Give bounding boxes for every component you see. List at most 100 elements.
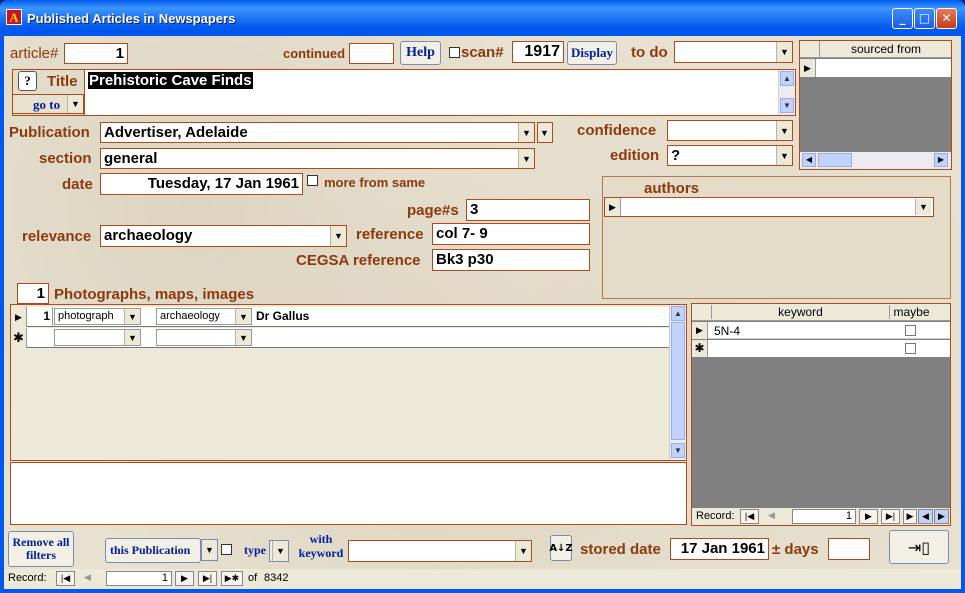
chevron-down-icon[interactable]: ▼ xyxy=(202,540,217,560)
minimize-button[interactable]: _ xyxy=(892,8,913,29)
goto-dropdown[interactable]: go to ▼ xyxy=(12,94,84,114)
chevron-down-icon[interactable]: ▼ xyxy=(330,226,346,246)
chevron-down-icon[interactable]: ▼ xyxy=(915,199,931,215)
next-record-icon[interactable]: ▶ xyxy=(175,571,194,586)
date-field[interactable]: Tuesday, 17 Jan 1961 xyxy=(100,173,303,195)
cegsa-reference-field[interactable]: Bk3 p30 xyxy=(432,249,590,271)
help-button[interactable]: Help xyxy=(400,41,441,65)
this-publication-button[interactable]: this Publication xyxy=(105,538,201,563)
photos-label: Photographs, maps, images xyxy=(54,286,255,303)
scan-number-field[interactable]: 1917 xyxy=(512,41,564,63)
scroll-up-icon[interactable]: ▲ xyxy=(780,71,794,86)
continued-field[interactable] xyxy=(349,43,394,64)
chevron-down-icon[interactable]: ▼ xyxy=(515,541,531,561)
photo-type-dropdown[interactable]: photograph ▼ xyxy=(54,308,141,325)
photo-category-dropdown[interactable]: archaeology ▼ xyxy=(156,308,252,325)
edition-dropdown[interactable]: ? ▼ xyxy=(667,145,793,166)
reference-field[interactable]: col 7- 9 xyxy=(432,223,590,245)
horizontal-scrollbar[interactable]: ◀ ▶ xyxy=(800,152,951,169)
keywords-record-field[interactable]: 1 xyxy=(792,509,856,524)
chevron-down-icon[interactable]: ▼ xyxy=(518,149,534,168)
sourced-from-header: sourced from xyxy=(850,42,922,56)
chevron-down-icon[interactable]: ▼ xyxy=(776,146,792,165)
prev-record-icon[interactable]: ◀ xyxy=(762,509,781,524)
sort-az-icon[interactable]: A↓Z xyxy=(549,535,573,561)
chevron-down-icon[interactable]: ▼ xyxy=(235,330,251,345)
more-from-same-checkbox[interactable] xyxy=(307,175,318,186)
photos-scrollbar[interactable]: ▲ ▼ xyxy=(669,305,686,460)
confidence-dropdown[interactable]: ▼ xyxy=(667,120,793,141)
relevance-value: archaeology xyxy=(104,227,193,244)
scroll-thumb[interactable] xyxy=(818,153,852,167)
section-dropdown[interactable]: general ▼ xyxy=(100,148,535,169)
record-pointer-icon: ▶ xyxy=(605,198,621,216)
photo-new-row[interactable]: ✱ ▼ ▼ xyxy=(11,328,669,348)
maximize-button[interactable]: □ xyxy=(914,8,935,29)
new-photo-type-dropdown[interactable]: ▼ xyxy=(54,329,141,346)
this-publication-dropdown[interactable]: ▼ xyxy=(201,539,218,561)
scroll-down-icon[interactable]: ▼ xyxy=(780,98,794,113)
title-textbox[interactable]: Prehistoric Cave Finds ▲ ▼ xyxy=(84,69,796,116)
chevron-down-icon[interactable]: ▼ xyxy=(235,309,251,324)
type-dropdown[interactable]: ▼ xyxy=(269,540,289,562)
authors-row[interactable]: ▶ ▼ xyxy=(604,197,934,217)
remove-filters-button[interactable]: Remove all filters xyxy=(8,531,74,567)
scroll-left-icon[interactable]: ◀ xyxy=(802,153,816,167)
scroll-thumb[interactable] xyxy=(671,322,685,440)
chevron-down-icon[interactable]: ▼ xyxy=(776,121,792,140)
keyword-row[interactable]: ▶ 5N-4 xyxy=(692,322,950,339)
first-record-icon[interactable]: |◀ xyxy=(56,571,75,586)
new-photo-category-dropdown[interactable]: ▼ xyxy=(156,329,252,346)
days-field[interactable] xyxy=(828,538,870,560)
first-record-icon[interactable]: |◀ xyxy=(740,509,759,524)
notes-textbox[interactable] xyxy=(10,462,687,525)
last-record-icon[interactable]: ▶| xyxy=(881,509,900,524)
pages-field[interactable]: 3 xyxy=(466,199,590,221)
chevron-down-icon[interactable]: ▼ xyxy=(776,42,792,62)
scroll-left-icon[interactable]: ◀ xyxy=(918,509,933,524)
prev-record-icon[interactable]: ◀ xyxy=(78,571,97,586)
scroll-right-icon[interactable]: ▶ xyxy=(934,153,948,167)
scroll-down-icon[interactable]: ▼ xyxy=(671,443,685,458)
display-button[interactable]: Display xyxy=(567,41,617,65)
record-number-field[interactable]: 1 xyxy=(106,571,172,586)
relevance-label: relevance xyxy=(22,228,92,245)
publication-secondary-dropdown[interactable]: ▼ xyxy=(537,122,553,143)
authors-panel: authors ▶ ▼ xyxy=(602,176,951,299)
chevron-down-icon[interactable]: ▼ xyxy=(518,123,534,142)
photo-row[interactable]: ▶ 1 photograph ▼ archaeology ▼ Dr Gallus xyxy=(11,307,669,327)
this-publication-checkbox[interactable] xyxy=(221,544,232,555)
photo-caption: Dr Gallus xyxy=(256,309,310,323)
article-number-field[interactable]: 1 xyxy=(64,43,128,64)
chevron-down-icon[interactable]: ▼ xyxy=(538,123,552,142)
chevron-down-icon[interactable]: ▼ xyxy=(124,309,140,324)
scroll-right-icon[interactable]: ▶ xyxy=(934,509,949,524)
title-scrollbar[interactable]: ▲ ▼ xyxy=(778,70,795,115)
todo-dropdown[interactable]: ▼ xyxy=(674,41,793,63)
record-label: Record: xyxy=(8,572,47,584)
publication-dropdown[interactable]: Advertiser, Adelaide ▼ xyxy=(100,122,535,143)
maybe-checkbox[interactable] xyxy=(905,325,916,336)
chevron-down-icon[interactable]: ▼ xyxy=(272,541,288,561)
chevron-down-icon[interactable]: ▼ xyxy=(124,330,140,345)
author-dropdown[interactable]: ▼ xyxy=(623,199,931,215)
new-maybe-checkbox[interactable] xyxy=(905,343,916,354)
chevron-down-icon[interactable]: ▼ xyxy=(67,95,83,113)
stored-date-field[interactable]: 17 Jan 1961 xyxy=(670,538,769,560)
scroll-up-icon[interactable]: ▲ xyxy=(671,306,685,321)
next-record-icon[interactable]: ▶ xyxy=(859,509,878,524)
keyword-filter-dropdown[interactable]: ▼ xyxy=(348,540,532,562)
keyword-value: 5N-4 xyxy=(714,324,741,338)
scan-checkbox[interactable] xyxy=(449,47,460,58)
last-record-icon[interactable]: ▶| xyxy=(198,571,217,586)
exit-door-icon[interactable]: ⇥▯ xyxy=(889,530,949,564)
keyword-new-row[interactable]: ✱ xyxy=(692,340,950,357)
close-button[interactable]: ✕ xyxy=(936,8,957,29)
total-records: 8342 xyxy=(264,572,289,584)
photo-category-value: archaeology xyxy=(160,310,220,322)
sourced-from-new-row[interactable]: ▶ xyxy=(800,59,951,77)
relevance-dropdown[interactable]: archaeology ▼ xyxy=(100,225,347,247)
new-record-nav-icon[interactable]: ▶ xyxy=(903,509,917,524)
keywords-subform: keyword maybe ▶ 5N-4 ✱ Record: |◀ ◀ 1 ▶ … xyxy=(691,303,951,526)
new-record-nav-icon[interactable]: ▶✱ xyxy=(221,571,243,586)
